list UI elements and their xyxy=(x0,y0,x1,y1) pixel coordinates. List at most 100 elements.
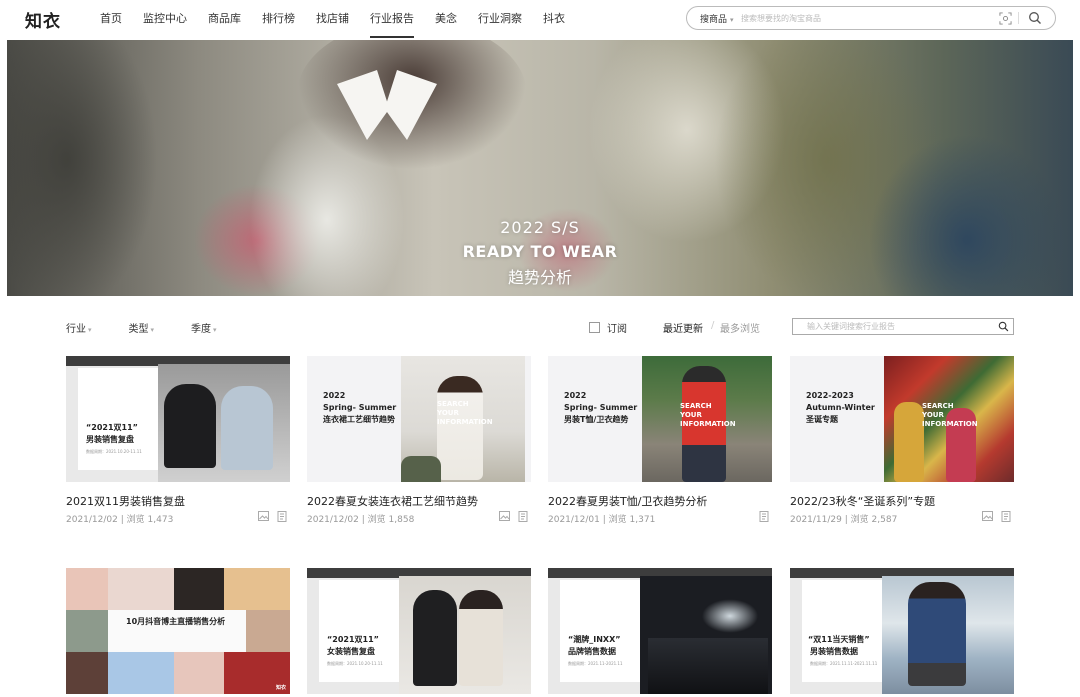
filter-industry[interactable]: 行业 ▾ xyxy=(66,320,92,335)
thumb-photo-figure xyxy=(894,402,924,482)
search-type-label: 搜商品 xyxy=(700,15,728,25)
top-header: 知衣 首页 监控中心 商品库 排行榜 找店铺 行业报告 美念 行业洞察 抖衣 搜… xyxy=(0,0,1080,38)
report-actions xyxy=(250,511,288,522)
report-thumbnail[interactable]: “双11当天销售” 男装销售数据 数据周期：2021.11.11-2021.11… xyxy=(790,568,1014,694)
views-count: 2,587 xyxy=(871,515,898,525)
search-type-dropdown[interactable]: 搜商品 ▾ xyxy=(700,12,734,25)
nav-item-monitor[interactable]: 监控中心 xyxy=(143,0,187,38)
nav-item-home[interactable]: 首页 xyxy=(100,0,122,38)
document-icon[interactable] xyxy=(759,511,770,522)
sort-most-viewed[interactable]: 最多浏览 xyxy=(720,320,760,335)
subscribe-label: 订阅 xyxy=(607,324,627,335)
filter-type[interactable]: 类型 ▾ xyxy=(129,320,155,335)
thumb-season: Autumn-Winter xyxy=(806,403,875,412)
search-icon[interactable] xyxy=(1028,11,1042,25)
thumb-subtitle: 圣诞专题 xyxy=(806,415,838,424)
report-meta: 2021/11/29 | 浏览 2,587 xyxy=(790,515,898,525)
report-search xyxy=(792,318,1014,335)
report-actions xyxy=(751,511,770,522)
thumb-data-period: 数据周期：2021.10.20-11.11 xyxy=(327,661,383,666)
thumb-year: 2022-2023 xyxy=(806,391,854,400)
nav-item-shops[interactable]: 找店铺 xyxy=(316,0,349,38)
report-date: 2021/12/01 xyxy=(548,515,600,525)
thumb-tile xyxy=(66,652,108,694)
nav-item-meinian[interactable]: 美念 xyxy=(435,0,457,38)
thumb-photo-model xyxy=(908,582,966,686)
nav-item-reports[interactable]: 行业报告 xyxy=(370,0,414,38)
image-icon[interactable] xyxy=(982,511,993,521)
thumb-photo-plants xyxy=(401,456,441,482)
nav-item-douyi[interactable]: 抖衣 xyxy=(543,0,565,38)
thumb-subtitle: 10月抖音博主直播销售分析 xyxy=(126,617,226,626)
sort-recent[interactable]: 最近更新 xyxy=(663,320,703,335)
views-label: 浏览 xyxy=(126,515,145,525)
report-thumbnail[interactable]: 10月抖音博主直播销售分析 知衣 xyxy=(66,568,290,694)
report-search-input[interactable] xyxy=(807,321,987,332)
filter-season[interactable]: 季度 ▾ xyxy=(191,320,217,335)
thumb-photo-model-black xyxy=(413,590,457,686)
report-meta: 2021/12/02 | 浏览 1,473 xyxy=(66,515,174,525)
thumb-brand-mark: 知衣 xyxy=(276,685,287,691)
thumb-subtitle: 男装销售数据 xyxy=(810,647,858,656)
report-thumbnail[interactable]: 2022 Spring- Summer 连衣裙工艺细节趋势 SEARCH YOUR… xyxy=(307,356,531,482)
thumb-title: “潮牌_INXX” xyxy=(568,635,621,644)
nav-item-rankings[interactable]: 排行榜 xyxy=(262,0,295,38)
thumb-season: Spring- Summer xyxy=(564,403,638,412)
document-icon[interactable] xyxy=(277,511,288,522)
banner-subtitle: 趋势分析 xyxy=(507,268,572,287)
report-title[interactable]: 2022春夏女装连衣裙工艺细节趋势 xyxy=(307,493,478,509)
subscribe-checkbox[interactable] xyxy=(589,322,600,333)
thumb-photo-model-black xyxy=(164,384,216,468)
thumb-subtitle: 男装销售复盘 xyxy=(86,435,134,444)
report-thumbnail[interactable]: “潮牌_INXX” 品牌销售数据 数据周期：2021.11-2021.11 xyxy=(548,568,772,694)
report-date: 2021/12/02 xyxy=(307,515,359,525)
hero-banner[interactable]: 2022 S/S READY TO WEAR 趋势分析 xyxy=(7,40,1073,296)
thumb-tile xyxy=(108,568,174,610)
subscribe-toggle[interactable]: 订阅 xyxy=(589,320,627,335)
image-icon[interactable] xyxy=(258,511,269,521)
thumb-tile xyxy=(66,610,108,652)
views-count: 1,473 xyxy=(147,515,174,525)
filter-season-label: 季度 xyxy=(191,324,212,335)
filter-bar: 行业 ▾ 类型 ▾ 季度 ▾ xyxy=(66,320,254,335)
chevron-down-icon: ▾ xyxy=(730,16,734,24)
thumb-year: 2022 xyxy=(564,391,587,400)
report-title[interactable]: 2022春夏男装T恤/卫衣趋势分析 xyxy=(548,493,707,509)
sort-separator: / xyxy=(711,320,715,331)
chevron-down-icon: ▾ xyxy=(213,326,217,334)
thumb-overlay-text: SEARCH YOUR INFORMATION xyxy=(437,400,493,426)
image-icon[interactable] xyxy=(499,511,510,521)
nav-item-products[interactable]: 商品库 xyxy=(208,0,241,38)
chevron-down-icon: ▾ xyxy=(88,326,92,334)
global-search: 搜商品 ▾ xyxy=(686,6,1056,30)
thumb-data-period: 数据周期：2021.11-2021.11 xyxy=(568,661,623,666)
thumb-title: “双11当天销售” xyxy=(808,635,870,644)
report-thumbnail[interactable]: “2021双11” 男装销售复盘 数据周期：2021.10.20-11.11 xyxy=(66,356,290,482)
filter-industry-label: 行业 xyxy=(66,324,86,335)
logo[interactable]: 知衣 xyxy=(25,7,61,32)
search-divider xyxy=(1018,12,1019,24)
report-title[interactable]: 2021双11男装销售复盘 xyxy=(66,493,185,509)
thumb-year: 2022 xyxy=(323,391,346,400)
report-thumbnail[interactable]: “2021双11” 女装销售复盘 数据周期：2021.10.20-11.11 xyxy=(307,568,531,694)
views-label: 浏览 xyxy=(850,515,869,525)
image-search-icon[interactable] xyxy=(999,12,1012,25)
report-thumbnail[interactable]: 2022-2023 Autumn-Winter 圣诞专题 SEARCH YOUR I… xyxy=(790,356,1014,482)
thumb-title: “2021双11” xyxy=(327,635,379,644)
thumb-tile xyxy=(174,652,224,694)
thumb-tile xyxy=(66,568,108,610)
report-date: 2021/11/29 xyxy=(790,515,842,525)
search-icon[interactable] xyxy=(998,321,1009,332)
document-icon[interactable] xyxy=(1001,511,1012,522)
search-input[interactable] xyxy=(741,11,971,25)
report-actions xyxy=(974,511,1012,522)
nav-item-insights[interactable]: 行业洞察 xyxy=(478,0,522,38)
report-thumbnail[interactable]: 2022 Spring- Summer 男装T恤/卫衣趋势 SEARCH YOUR… xyxy=(548,356,772,482)
filter-type-label: 类型 xyxy=(128,324,149,335)
thumb-photo-model xyxy=(437,376,483,480)
document-icon[interactable] xyxy=(518,511,529,522)
main-nav: 首页 监控中心 商品库 排行榜 找店铺 行业报告 美念 行业洞察 抖衣 xyxy=(100,0,586,38)
thumb-season: Spring- Summer xyxy=(323,403,397,412)
thumb-overlay-text: SEARCH YOUR INFORMATION xyxy=(922,402,978,428)
report-title[interactable]: 2022/23秋冬“圣诞系列”专题 xyxy=(790,493,935,509)
